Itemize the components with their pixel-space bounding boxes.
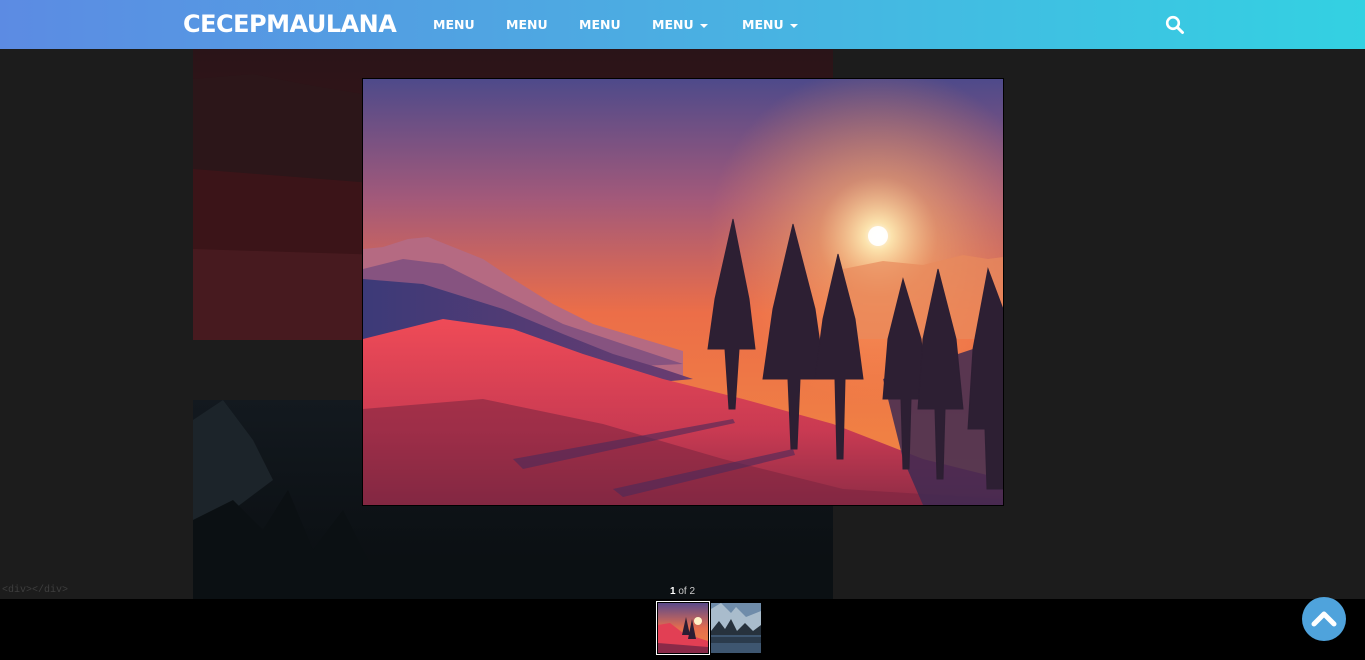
menu-item-3[interactable]: MENU (579, 17, 621, 32)
navbar: CECEPMAULANA MENU MENU MENU MENU MENU (0, 0, 1365, 49)
menu-item-label: MENU (506, 17, 548, 32)
chevron-up-icon (1311, 611, 1337, 627)
site-brand[interactable]: CECEPMAULANA (183, 10, 397, 38)
menu-item-label: MENU (433, 17, 475, 32)
menu-item-2[interactable]: MENU (506, 17, 548, 32)
menu-item-5-dropdown[interactable]: MENU (742, 17, 798, 32)
menu-item-4-dropdown[interactable]: MENU (652, 17, 708, 32)
menu-item-label: MENU (742, 17, 784, 32)
counter-total: of 2 (675, 586, 696, 597)
menu-item-1[interactable]: MENU (433, 17, 475, 32)
mountain-lake-thumbnail[interactable] (711, 603, 761, 653)
scroll-to-top-button[interactable] (1302, 597, 1346, 641)
lightbox-image[interactable] (362, 78, 1004, 506)
search-icon[interactable] (1165, 15, 1185, 35)
thumbnail-bar (0, 599, 1365, 660)
caret-down-icon (699, 23, 708, 28)
caret-down-icon (789, 23, 798, 28)
sunset-snow-thumbnail[interactable] (656, 601, 710, 655)
menu-item-label: MENU (579, 17, 621, 32)
menu-item-label: MENU (652, 17, 694, 32)
image-counter: 1 of 2 (0, 586, 1365, 597)
